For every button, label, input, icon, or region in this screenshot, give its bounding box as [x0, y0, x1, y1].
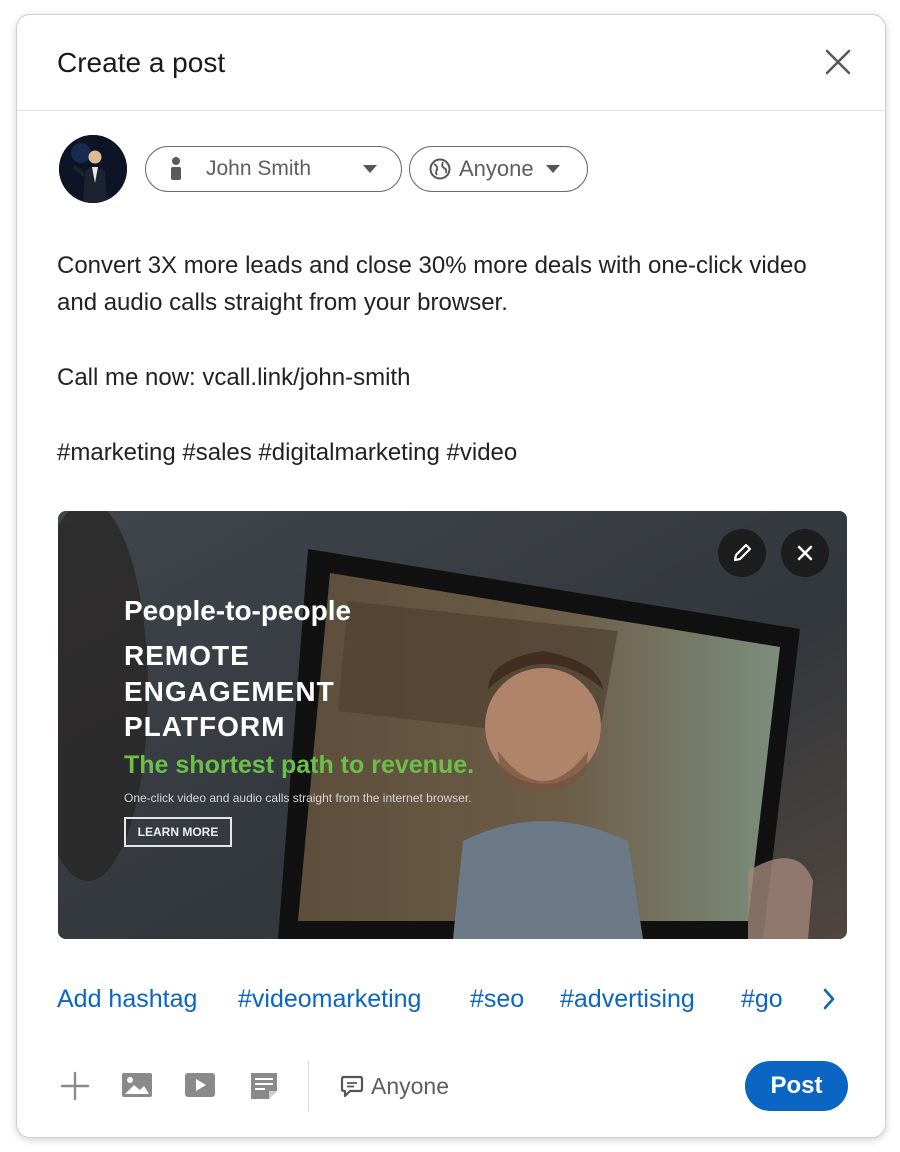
preview-line-2: ENGAGEMENT [124, 676, 335, 707]
create-post-dialog: Create a post John Smith Anyone Convert … [16, 14, 886, 1138]
hashtag-suggestion[interactable]: #advertising [560, 985, 695, 1014]
chevron-down-icon [545, 165, 560, 173]
post-toolbar: Anyone Post [17, 1059, 885, 1115]
close-icon [797, 545, 813, 561]
learn-more-button: LEARN MORE [124, 817, 232, 847]
visibility-selector[interactable]: Anyone [409, 146, 588, 192]
hashtag-suggestion[interactable]: #go [741, 985, 783, 1014]
person-icon [171, 157, 181, 180]
document-icon[interactable] [249, 1071, 279, 1101]
preview-line-1: REMOTE [124, 640, 250, 671]
close-icon [825, 49, 851, 75]
hashtag-suggestions: Add hashtag #videomarketing #seo #advert… [57, 985, 857, 1025]
add-hashtag-button[interactable]: Add hashtag [57, 985, 197, 1014]
comment-visibility-label: Anyone [371, 1073, 450, 1099]
hashtag-suggestion[interactable]: #seo [470, 985, 524, 1014]
post-text-editor[interactable]: Convert 3X more leads and close 30% more… [57, 247, 847, 471]
media-preview: People-to-people REMOTE ENGAGEMENT PLATF… [58, 511, 847, 939]
dialog-header: Create a post [17, 15, 885, 111]
close-button[interactable] [821, 45, 855, 79]
plus-icon[interactable] [60, 1071, 90, 1101]
post-text-paragraph: Call me now: vcall.link/john-smith [57, 364, 411, 391]
globe-icon [429, 158, 451, 180]
post-text-paragraph: #marketing #sales #digitalmarketing #vid… [57, 439, 518, 466]
comment-icon [340, 1075, 364, 1097]
post-text-paragraph: Convert 3X more leads and close 30% more… [57, 252, 807, 316]
chevron-right-icon[interactable] [821, 987, 837, 1011]
author-name: John Smith [206, 157, 312, 180]
post-button[interactable]: Post [745, 1061, 848, 1111]
author-selector[interactable]: John Smith [145, 146, 402, 192]
dialog-title: Create a post [57, 47, 226, 78]
comment-visibility-control[interactable]: Anyone [339, 1073, 449, 1100]
preview-tagline: The shortest path to revenue. [124, 751, 475, 779]
photo-icon[interactable] [121, 1071, 153, 1099]
pencil-icon [733, 543, 752, 562]
visibility-label: Anyone [459, 156, 534, 181]
edit-media-button[interactable] [718, 529, 766, 577]
preview-headline: People-to-people [124, 595, 352, 626]
hashtag-suggestion[interactable]: #videomarketing [238, 985, 421, 1014]
video-icon[interactable] [184, 1071, 216, 1099]
preview-line-3: PLATFORM [124, 711, 286, 742]
chevron-down-icon [363, 165, 378, 173]
preview-subtext: One-click video and audio calls straight… [124, 791, 472, 805]
remove-media-button[interactable] [781, 529, 829, 577]
avatar [59, 135, 127, 203]
toolbar-divider [308, 1061, 309, 1111]
